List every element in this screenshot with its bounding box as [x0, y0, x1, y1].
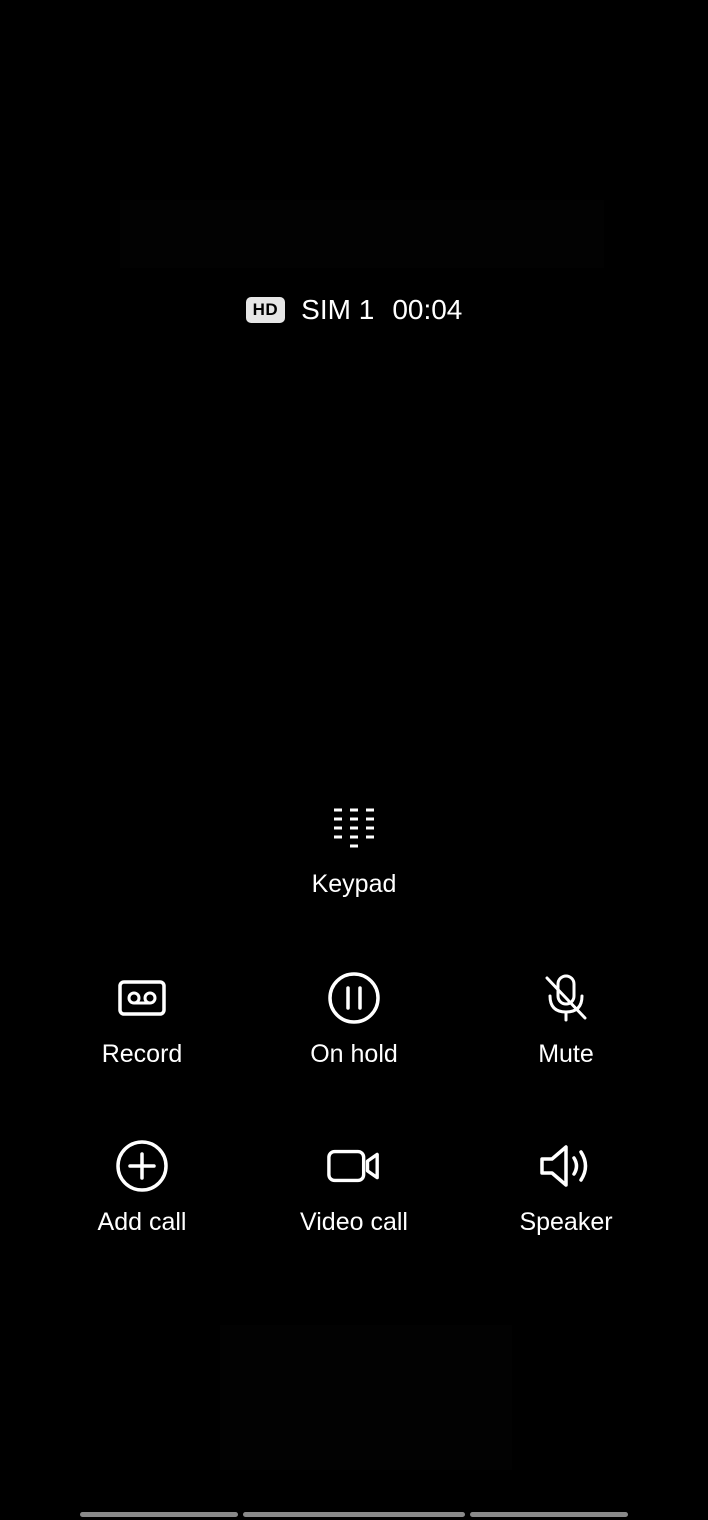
nav-bar-segment-1 — [80, 1512, 238, 1517]
video-icon — [326, 1138, 382, 1194]
pause-icon — [326, 970, 382, 1026]
hold-button[interactable]: On hold — [254, 970, 454, 1069]
sim-label: SIM 1 — [301, 294, 375, 325]
hold-label: On hold — [310, 1040, 398, 1068]
mic-off-icon — [538, 970, 594, 1026]
record-icon — [114, 970, 170, 1026]
mute-label: Mute — [538, 1040, 594, 1068]
keypad-icon — [326, 800, 382, 856]
nav-bar-segment-2 — [243, 1512, 465, 1517]
caller-name-area — [120, 200, 604, 268]
speaker-label: Speaker — [519, 1208, 613, 1236]
call-status: HD SIM 1 00:04 — [0, 290, 708, 330]
hd-badge: HD — [245, 297, 286, 323]
add-call-button[interactable]: Add call — [42, 1138, 242, 1237]
record-button[interactable]: Record — [42, 970, 242, 1069]
video-call-button[interactable]: Video call — [254, 1138, 454, 1237]
call-duration: 00:04 — [392, 294, 463, 325]
speaker-icon — [538, 1138, 594, 1194]
record-label: Record — [101, 1040, 183, 1068]
nav-bar-segment-3 — [470, 1512, 628, 1517]
add-icon — [114, 1138, 170, 1194]
add-call-label: Add call — [97, 1208, 187, 1236]
keypad-button[interactable]: Keypad — [254, 800, 454, 899]
end-call-area — [220, 1325, 512, 1470]
keypad-label: Keypad — [311, 870, 397, 898]
mute-button[interactable]: Mute — [466, 970, 666, 1069]
speaker-button[interactable]: Speaker — [466, 1138, 666, 1237]
video-call-label: Video call — [300, 1208, 408, 1236]
